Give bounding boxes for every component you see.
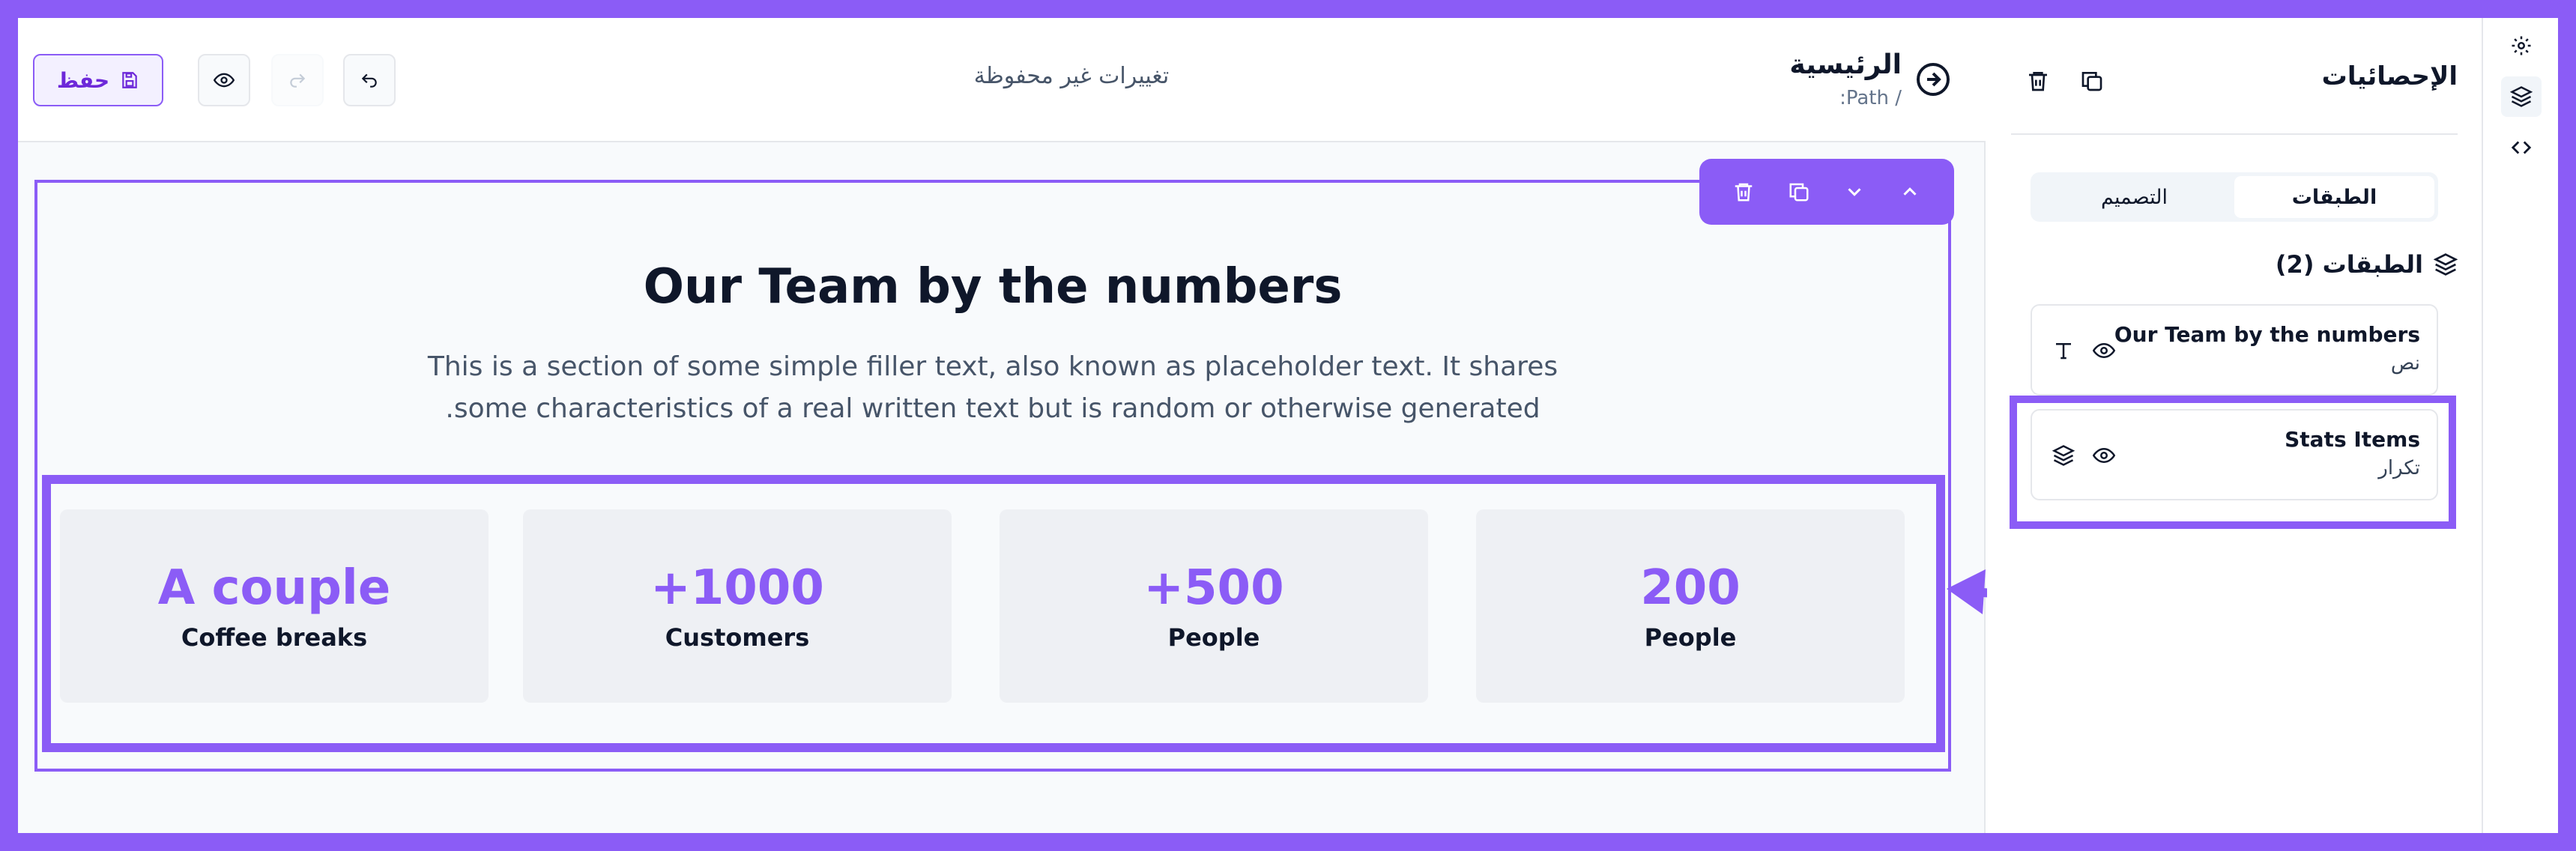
arrow-right-circle-icon[interactable] (1915, 61, 1951, 97)
eye-icon (214, 70, 235, 91)
stat-label: Coffee breaks (181, 623, 368, 652)
save-button[interactable]: حفظ (33, 54, 163, 106)
stat-card[interactable]: 200 People (1476, 509, 1905, 703)
section-toolbar (1699, 159, 1954, 225)
unsaved-changes-text: تغييرات غير محفوظة (973, 63, 1170, 89)
stat-value: A couple (157, 560, 391, 616)
copy-icon[interactable] (1780, 173, 1818, 211)
stat-card[interactable]: A couple Coffee breaks (60, 509, 489, 703)
panel-tabs: التصميم الطبقات (2031, 172, 2438, 222)
side-rail (2482, 18, 2558, 833)
save-label: حفظ (56, 67, 110, 93)
tab-design[interactable]: التصميم (2034, 176, 2234, 218)
app-frame: حفظ تغييرات غير محفوظة الرئيسية:Path / … (18, 18, 2558, 833)
stat-label: People (1167, 623, 1260, 652)
redo-button[interactable] (271, 54, 324, 106)
gear-icon[interactable] (2501, 25, 2542, 66)
stat-label: People (1644, 623, 1737, 652)
panel-title: الإحصائيات (2321, 61, 2458, 91)
description-line-2: .some characteristics of a real written … (445, 393, 1541, 424)
trash-icon[interactable] (1725, 173, 1762, 211)
stat-value: 200 (1640, 560, 1741, 616)
layer-item[interactable]: Our Team by the numbers نص (2031, 304, 2438, 396)
stat-label: Customers (665, 623, 810, 652)
stat-card[interactable]: +500 People (1000, 509, 1428, 703)
stats-items-container[interactable]: 200 People +500 People +1000 Customers A… (42, 475, 1945, 752)
layers-count-label: الطبقات (2) (2275, 250, 2423, 279)
layers-icon[interactable] (2501, 76, 2542, 117)
properties-panel: الإحصائيات التصميم الطبقات الطبقات (2) O… (1987, 18, 2482, 833)
stat-card[interactable]: +1000 Customers (523, 509, 952, 703)
layers-heading: الطبقات (2) (2276, 250, 2458, 279)
layer-type: نص (2390, 352, 2420, 375)
stat-value: +500 (1143, 560, 1284, 616)
text-icon (2050, 337, 2077, 364)
undo-icon (360, 70, 379, 90)
section-heading[interactable]: Our Team by the numbers (37, 259, 1948, 315)
redo-icon (288, 70, 307, 90)
layer-name: Our Team by the numbers (2114, 322, 2420, 347)
tab-layers[interactable]: الطبقات (2234, 176, 2434, 218)
stat-value: +1000 (650, 560, 824, 616)
page-title: الرئيسية (1789, 49, 1902, 80)
code-icon[interactable] (2501, 127, 2542, 168)
stats-section[interactable]: Our Team by the numbers This is a sectio… (34, 180, 1951, 772)
copy-icon[interactable] (2074, 63, 2110, 99)
layers-icon (2434, 252, 2458, 276)
selected-layer-highlight (2010, 396, 2456, 529)
trash-icon[interactable] (2020, 63, 2056, 99)
preview-button[interactable] (198, 54, 250, 106)
chevron-up-icon[interactable] (1891, 173, 1929, 211)
eye-icon[interactable] (2090, 337, 2117, 364)
page-path: :Path / (1839, 87, 1902, 109)
description-line-1: This is a section of some simple filler … (427, 351, 1558, 382)
save-icon (120, 70, 139, 90)
editor-area: حفظ تغييرات غير محفوظة الرئيسية:Path / … (18, 18, 1986, 833)
top-toolbar: حفظ تغييرات غير محفوظة الرئيسية:Path / (18, 18, 1986, 142)
divider (2011, 133, 2458, 135)
undo-button[interactable] (343, 54, 396, 106)
section-description[interactable]: This is a section of some simple filler … (412, 346, 1573, 430)
chevron-down-icon[interactable] (1836, 173, 1873, 211)
